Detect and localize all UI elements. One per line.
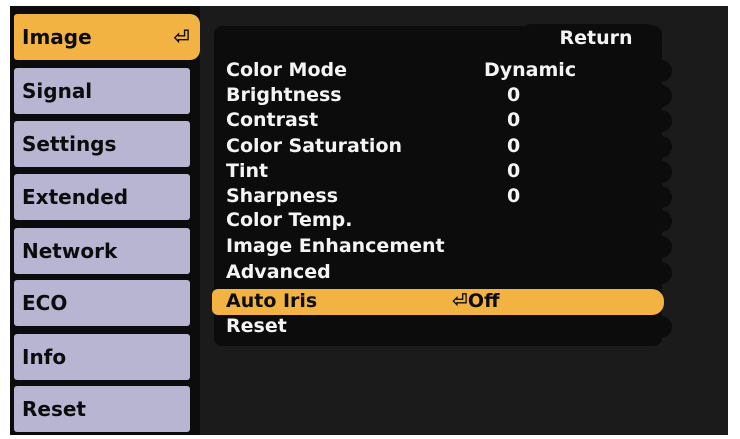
menu-row-auto-iris[interactable]: Auto Iris ⏎Off (212, 289, 664, 315)
menu-row-sharpness[interactable]: Sharpness 0 (212, 184, 672, 210)
menu-row-value: 0 (507, 109, 521, 131)
sidebar-item-label: Info (22, 345, 67, 369)
menu-row-color-temp[interactable]: Color Temp. (212, 208, 672, 234)
menu-row-reset[interactable]: Reset (212, 314, 672, 340)
menu-row-label: Advanced (226, 261, 331, 283)
menu-row-contrast[interactable]: Contrast 0 (212, 108, 672, 134)
return-button[interactable]: Return (518, 24, 660, 52)
sidebar-item-extended[interactable]: Extended (14, 174, 190, 220)
sidebar-item-image[interactable]: Image ⏎ (14, 14, 200, 60)
menu-row-label: Image Enhancement (226, 235, 445, 257)
sidebar-item-label: Extended (22, 185, 129, 209)
sidebar-item-label: Network (22, 239, 118, 263)
sidebar-item-reset[interactable]: Reset (14, 386, 190, 432)
menu-row-value: 0 (507, 160, 521, 182)
menu-row-brightness[interactable]: Brightness 0 (212, 83, 672, 109)
return-label: Return (559, 27, 633, 49)
sidebar-item-label: Signal (22, 79, 93, 103)
sidebar-item-label: Reset (22, 397, 86, 421)
frame-top (0, 0, 740, 6)
menu-row-value: ⏎Off (452, 290, 500, 312)
enter-icon: ⏎ (173, 25, 190, 49)
sidebar-item-signal[interactable]: Signal (14, 68, 190, 114)
sidebar-item-settings[interactable]: Settings (14, 121, 190, 167)
menu-row-value: Dynamic (484, 59, 577, 81)
menu-row-value: 0 (507, 185, 521, 207)
menu-row-color-saturation[interactable]: Color Saturation 0 (212, 134, 672, 160)
menu-row-label: Contrast (226, 109, 319, 131)
menu-row-label: Brightness (226, 84, 342, 106)
sidebar-item-info[interactable]: Info (14, 334, 190, 380)
menu-row-value: 0 (507, 135, 521, 157)
menu-row-label: Tint (226, 160, 269, 182)
projector-menu-screen: Image ⏎ Signal Settings Extended Network… (0, 0, 740, 439)
sidebar-item-network[interactable]: Network (14, 228, 190, 274)
frame-right (728, 0, 740, 439)
frame-bottom (0, 435, 740, 439)
menu-row-image-enhancement[interactable]: Image Enhancement (212, 234, 672, 260)
sidebar: Image ⏎ Signal Settings Extended Network… (10, 8, 200, 438)
menu-row-value: 0 (507, 84, 521, 106)
menu-row-label: Auto Iris (226, 290, 318, 312)
menu-row-label: Color Mode (226, 59, 347, 81)
menu-row-advanced[interactable]: Advanced (212, 260, 672, 286)
menu-row-label: Sharpness (226, 185, 339, 207)
menu-row-label: Color Saturation (226, 135, 403, 157)
sidebar-item-label: ECO (22, 291, 68, 315)
sidebar-item-eco[interactable]: ECO (14, 280, 190, 326)
frame-left (0, 0, 10, 439)
menu-row-color-mode[interactable]: Color Mode Dynamic (212, 58, 672, 84)
sidebar-item-label: Settings (22, 132, 117, 156)
menu-row-label: Color Temp. (226, 209, 353, 231)
menu-row-tint[interactable]: Tint 0 (212, 159, 672, 185)
sidebar-item-label: Image (22, 25, 92, 49)
menu-row-label: Reset (226, 315, 287, 337)
